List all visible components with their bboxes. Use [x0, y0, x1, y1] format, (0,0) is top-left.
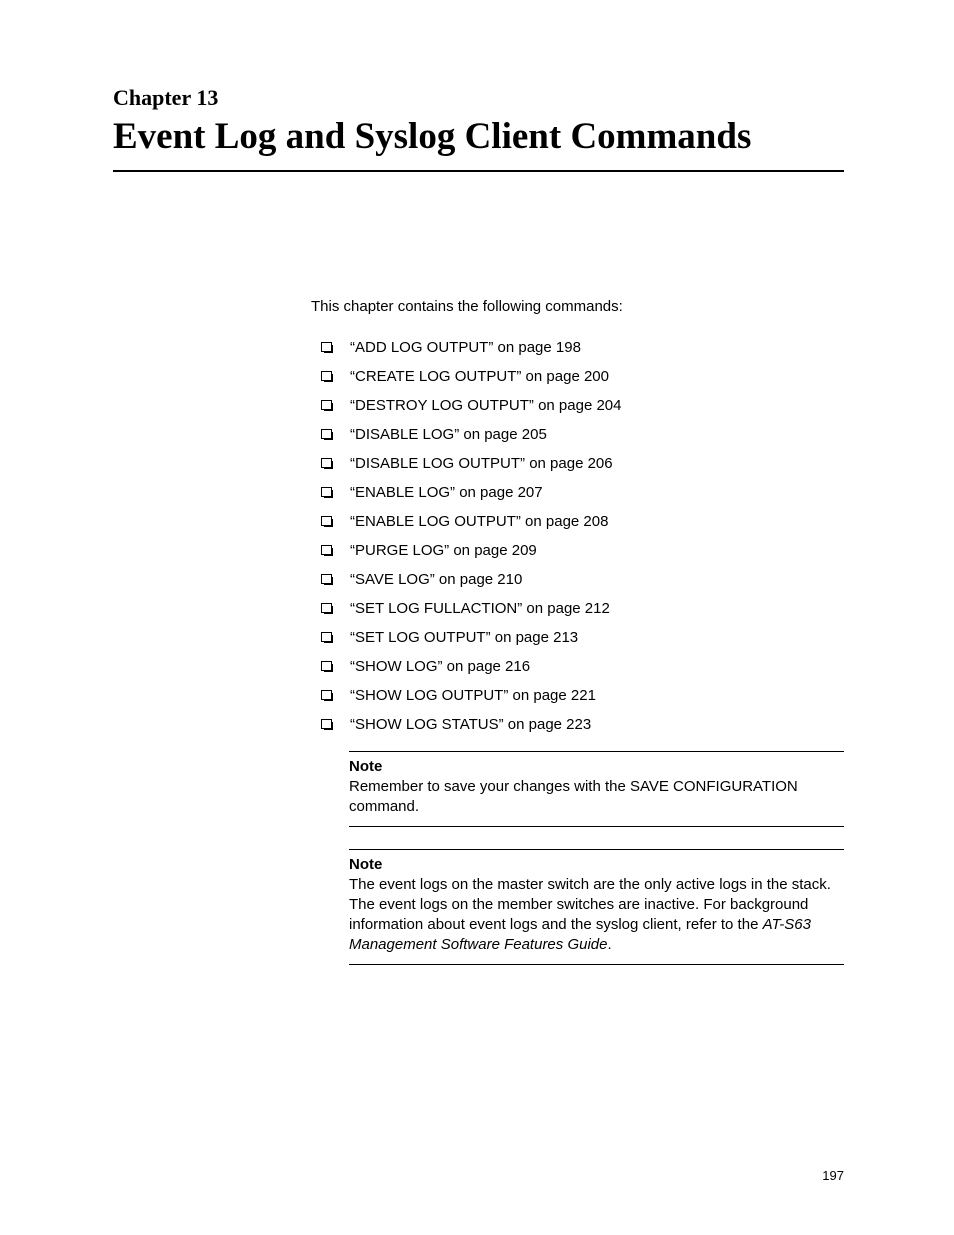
toc-link[interactable]: “CREATE LOG OUTPUT” on page 200 — [350, 368, 609, 385]
toc-link[interactable]: “DESTROY LOG OUTPUT” on page 204 — [350, 397, 622, 414]
toc-link[interactable]: “DISABLE LOG” on page 205 — [350, 426, 547, 443]
chapter-title: Event Log and Syslog Client Commands — [113, 115, 844, 172]
toc-item: “DESTROY LOG OUTPUT” on page 204 — [311, 397, 844, 414]
content-area: This chapter contains the following comm… — [311, 298, 844, 965]
bullet-icon — [321, 719, 332, 729]
page-number: 197 — [822, 1168, 844, 1183]
toc-item: “SET LOG FULLACTION” on page 212 — [311, 600, 844, 617]
toc-list: “ADD LOG OUTPUT” on page 198 “CREATE LOG… — [311, 339, 844, 733]
toc-item: “ENABLE LOG” on page 207 — [311, 484, 844, 501]
note-text: The event logs on the master switch are … — [349, 875, 844, 956]
toc-item: “ENABLE LOG OUTPUT” on page 208 — [311, 513, 844, 530]
toc-item: “SHOW LOG STATUS” on page 223 — [311, 716, 844, 733]
toc-link[interactable]: “ENABLE LOG” on page 207 — [350, 484, 543, 501]
chapter-label: Chapter 13 — [113, 85, 844, 111]
intro-text: This chapter contains the following comm… — [311, 298, 844, 315]
toc-link[interactable]: “SET LOG OUTPUT” on page 213 — [350, 629, 578, 646]
note-block: Note Remember to save your changes with … — [349, 751, 844, 827]
toc-item: “SET LOG OUTPUT” on page 213 — [311, 629, 844, 646]
bullet-icon — [321, 400, 332, 410]
bullet-icon — [321, 661, 332, 671]
note-block: Note The event logs on the master switch… — [349, 849, 844, 965]
toc-link[interactable]: “SET LOG FULLACTION” on page 212 — [350, 600, 610, 617]
bullet-icon — [321, 429, 332, 439]
bullet-icon — [321, 487, 332, 497]
toc-item: “DISABLE LOG” on page 205 — [311, 426, 844, 443]
bullet-icon — [321, 516, 332, 526]
note-text: Remember to save your changes with the S… — [349, 777, 844, 818]
bullet-icon — [321, 371, 332, 381]
toc-item: “CREATE LOG OUTPUT” on page 200 — [311, 368, 844, 385]
bullet-icon — [321, 545, 332, 555]
bullet-icon — [321, 458, 332, 468]
toc-item: “PURGE LOG” on page 209 — [311, 542, 844, 559]
toc-link[interactable]: “ADD LOG OUTPUT” on page 198 — [350, 339, 581, 356]
toc-item: “SHOW LOG” on page 216 — [311, 658, 844, 675]
toc-item: “SHOW LOG OUTPUT” on page 221 — [311, 687, 844, 704]
toc-item: “ADD LOG OUTPUT” on page 198 — [311, 339, 844, 356]
bullet-icon — [321, 632, 332, 642]
toc-link[interactable]: “ENABLE LOG OUTPUT” on page 208 — [350, 513, 608, 530]
toc-link[interactable]: “DISABLE LOG OUTPUT” on page 206 — [350, 455, 613, 472]
note-label: Note — [349, 856, 844, 873]
bullet-icon — [321, 603, 332, 613]
bullet-icon — [321, 574, 332, 584]
toc-item: “DISABLE LOG OUTPUT” on page 206 — [311, 455, 844, 472]
bullet-icon — [321, 342, 332, 352]
toc-link[interactable]: “SHOW LOG” on page 216 — [350, 658, 530, 675]
toc-link[interactable]: “SHOW LOG OUTPUT” on page 221 — [350, 687, 596, 704]
toc-item: “SAVE LOG” on page 210 — [311, 571, 844, 588]
note-label: Note — [349, 758, 844, 775]
bullet-icon — [321, 690, 332, 700]
toc-link[interactable]: “SAVE LOG” on page 210 — [350, 571, 522, 588]
toc-link[interactable]: “SHOW LOG STATUS” on page 223 — [350, 716, 591, 733]
toc-link[interactable]: “PURGE LOG” on page 209 — [350, 542, 537, 559]
